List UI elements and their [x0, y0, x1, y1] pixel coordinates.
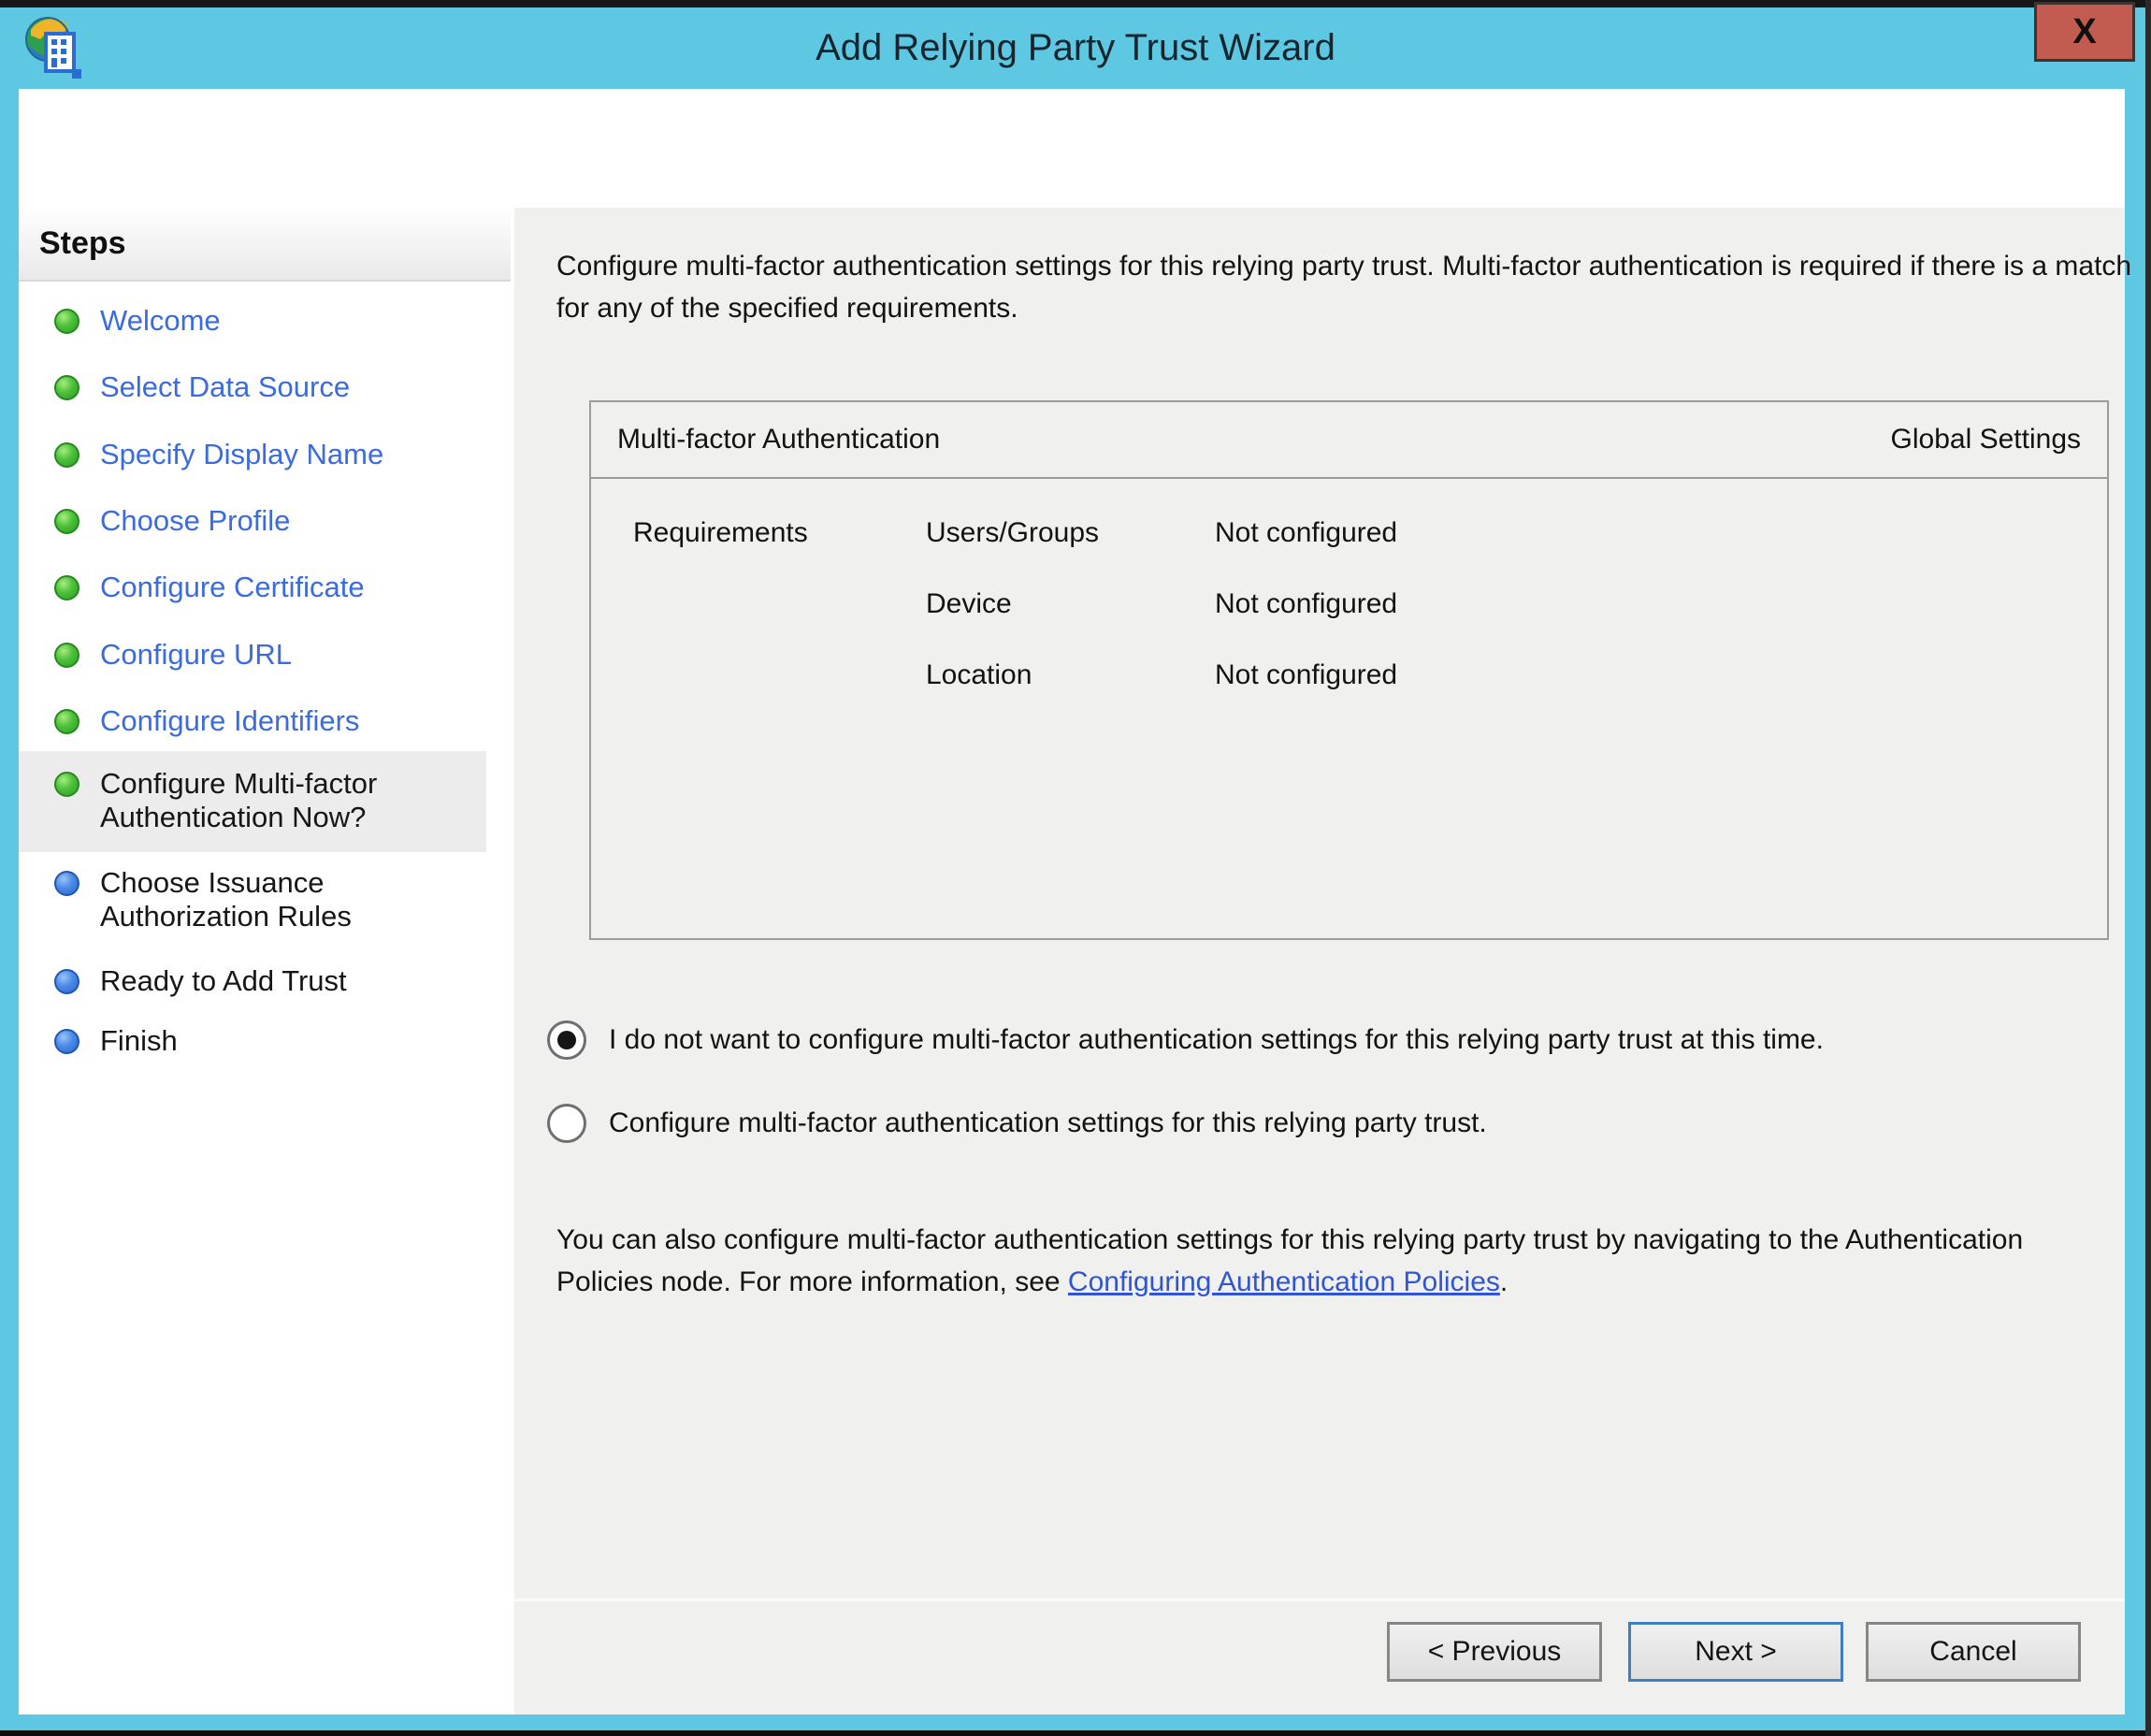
steps-heading-bar: Steps [19, 208, 511, 282]
window-top-edge [0, 0, 2151, 7]
step-label: Configure Certificate [100, 571, 444, 604]
close-button[interactable]: X [2034, 2, 2135, 62]
step-pending-icon [54, 1029, 79, 1054]
button-bar-divider [514, 1599, 2125, 1601]
device-label: Device [926, 586, 1215, 622]
location-value: Not configured [1215, 658, 1397, 693]
configuring-authentication-policies-link[interactable]: Configuring Authentication Policies [1068, 1266, 1500, 1297]
step-label: Ready to Add Trust [100, 964, 444, 998]
step-complete-icon [54, 442, 79, 468]
step-pending-icon [54, 969, 79, 994]
radio-label[interactable]: Configure multi-factor authentication se… [609, 1107, 1487, 1139]
users-groups-label: Users/Groups [926, 515, 1215, 551]
window-right-edge [2145, 0, 2151, 1736]
table-row: Location Not configured [633, 658, 2107, 693]
sidebar-item-configure-identifiers[interactable]: Configure Identifiers [19, 704, 486, 738]
step-complete-icon [54, 375, 79, 400]
mfa-panel-header: Multi-factor Authentication Global Setti… [591, 402, 2107, 479]
sidebar-item-welcome[interactable]: Welcome [19, 304, 486, 338]
table-row: Device Not configured [633, 586, 2107, 622]
step-label: Welcome [100, 304, 444, 338]
step-label: Configure Multi-factor Authentication No… [100, 767, 444, 834]
step-label: Choose Issuance Authorization Rules [100, 866, 444, 933]
location-label: Location [926, 658, 1215, 693]
window-bottom-edge [0, 1730, 2151, 1736]
step-label: Configure Identifiers [100, 704, 444, 738]
mfa-panel-title: Multi-factor Authentication [617, 424, 940, 456]
step-complete-icon [54, 309, 79, 334]
radio-option-configure-mfa[interactable]: Configure multi-factor authentication se… [547, 1103, 1487, 1144]
sidebar-item-choose-profile[interactable]: Choose Profile [19, 504, 486, 538]
sidebar-item-configure-certificate[interactable]: Configure Certificate [19, 571, 486, 604]
step-label: Finish [100, 1024, 444, 1058]
steps-sidebar: Steps Welcome Select Data Source Specify… [19, 208, 511, 1714]
footnote-after: . [1500, 1266, 1508, 1297]
sidebar-item-choose-issuance-authorization-rules: Choose Issuance Authorization Rules [19, 866, 486, 933]
step-label: Select Data Source [100, 370, 444, 404]
mfa-panel-body: Requirements Users/Groups Not configured… [591, 479, 2107, 693]
sidebar-item-ready-to-add-trust: Ready to Add Trust [19, 964, 486, 998]
step-complete-icon [54, 575, 79, 600]
cancel-button[interactable]: Cancel [1866, 1622, 2081, 1682]
next-button[interactable]: Next > [1628, 1622, 1843, 1682]
step-complete-icon [54, 772, 79, 797]
step-complete-icon [54, 643, 79, 668]
device-value: Not configured [1215, 586, 1397, 622]
radio-unselected-icon[interactable] [547, 1104, 586, 1143]
sidebar-item-select-data-source[interactable]: Select Data Source [19, 370, 486, 404]
step-content-panel: Configure multi-factor authentication se… [514, 208, 2125, 1714]
radio-option-skip-mfa[interactable]: I do not want to configure multi-factor … [547, 1020, 1824, 1061]
step-pending-icon [54, 871, 79, 896]
step-label: Specify Display Name [100, 438, 444, 471]
users-groups-value: Not configured [1215, 515, 1397, 551]
previous-button[interactable]: < Previous [1387, 1622, 1602, 1682]
step-label: Choose Profile [100, 504, 444, 538]
wizard-window: Add Relying Party Trust Wizard X Steps W… [0, 0, 2151, 1736]
wizard-header-strip [19, 89, 2125, 208]
steps-heading: Steps [19, 225, 126, 262]
intro-text: Configure multi-factor authentication se… [556, 245, 2142, 329]
step-label: Configure URL [100, 638, 444, 672]
step-complete-icon [54, 709, 79, 734]
sidebar-item-finish: Finish [19, 1024, 486, 1058]
sidebar-item-specify-display-name[interactable]: Specify Display Name [19, 438, 486, 471]
mfa-settings-panel: Multi-factor Authentication Global Setti… [589, 400, 2109, 940]
wizard-content: Steps Welcome Select Data Source Specify… [19, 208, 2125, 1714]
sidebar-item-configure-mfa-now: Configure Multi-factor Authentication No… [19, 751, 486, 852]
step-complete-icon [54, 509, 79, 534]
titlebar[interactable]: Add Relying Party Trust Wizard [0, 7, 2151, 89]
table-row: Requirements Users/Groups Not configured [633, 515, 2107, 551]
global-settings-label: Global Settings [1891, 424, 2081, 456]
footnote-text: You can also configure multi-factor auth… [556, 1219, 2053, 1303]
radio-label[interactable]: I do not want to configure multi-factor … [609, 1024, 1824, 1056]
sidebar-item-configure-url[interactable]: Configure URL [19, 638, 486, 672]
requirements-label: Requirements [633, 515, 926, 551]
window-title: Add Relying Party Trust Wizard [0, 7, 2151, 89]
radio-selected-icon[interactable] [547, 1020, 586, 1060]
